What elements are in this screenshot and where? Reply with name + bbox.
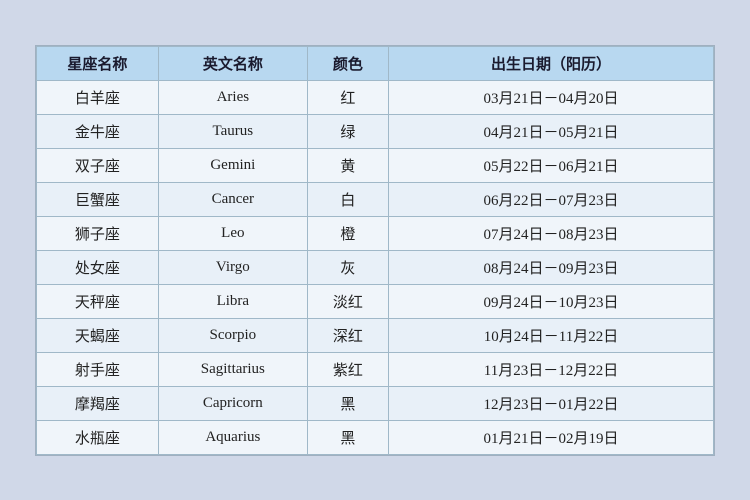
- cell-english: Virgo: [158, 250, 307, 284]
- cell-color: 淡红: [307, 284, 388, 318]
- table-row: 处女座Virgo灰08月24日－09月23日: [37, 250, 714, 284]
- cell-chinese: 处女座: [37, 250, 159, 284]
- table-row: 白羊座Aries红03月21日－04月20日: [37, 80, 714, 114]
- table-row: 天蝎座Scorpio深红10月24日－11月22日: [37, 318, 714, 352]
- cell-date: 07月24日－08月23日: [389, 216, 714, 250]
- cell-chinese: 白羊座: [37, 80, 159, 114]
- cell-chinese: 巨蟹座: [37, 182, 159, 216]
- cell-date: 08月24日－09月23日: [389, 250, 714, 284]
- cell-color: 紫红: [307, 352, 388, 386]
- cell-chinese: 摩羯座: [37, 386, 159, 420]
- header-color: 颜色: [307, 46, 388, 80]
- cell-color: 橙: [307, 216, 388, 250]
- cell-date: 01月21日－02月19日: [389, 420, 714, 454]
- cell-english: Leo: [158, 216, 307, 250]
- cell-date: 04月21日－05月21日: [389, 114, 714, 148]
- cell-english: Taurus: [158, 114, 307, 148]
- table-row: 射手座Sagittarius紫红11月23日－12月22日: [37, 352, 714, 386]
- zodiac-table-container: 星座名称 英文名称 颜色 出生日期（阳历） 白羊座Aries红03月21日－04…: [35, 45, 715, 456]
- cell-english: Libra: [158, 284, 307, 318]
- cell-color: 白: [307, 182, 388, 216]
- cell-date: 09月24日－10月23日: [389, 284, 714, 318]
- table-row: 狮子座Leo橙07月24日－08月23日: [37, 216, 714, 250]
- cell-chinese: 双子座: [37, 148, 159, 182]
- cell-color: 灰: [307, 250, 388, 284]
- cell-english: Aquarius: [158, 420, 307, 454]
- table-row: 双子座Gemini黄05月22日－06月21日: [37, 148, 714, 182]
- table-row: 水瓶座Aquarius黑01月21日－02月19日: [37, 420, 714, 454]
- cell-date: 10月24日－11月22日: [389, 318, 714, 352]
- cell-color: 绿: [307, 114, 388, 148]
- cell-date: 11月23日－12月22日: [389, 352, 714, 386]
- cell-chinese: 天秤座: [37, 284, 159, 318]
- cell-date: 05月22日－06月21日: [389, 148, 714, 182]
- table-header-row: 星座名称 英文名称 颜色 出生日期（阳历）: [37, 46, 714, 80]
- cell-english: Aries: [158, 80, 307, 114]
- table-row: 天秤座Libra淡红09月24日－10月23日: [37, 284, 714, 318]
- cell-chinese: 天蝎座: [37, 318, 159, 352]
- cell-english: Scorpio: [158, 318, 307, 352]
- cell-english: Sagittarius: [158, 352, 307, 386]
- cell-chinese: 射手座: [37, 352, 159, 386]
- cell-color: 黄: [307, 148, 388, 182]
- cell-chinese: 狮子座: [37, 216, 159, 250]
- zodiac-table: 星座名称 英文名称 颜色 出生日期（阳历） 白羊座Aries红03月21日－04…: [36, 46, 714, 455]
- cell-date: 06月22日－07月23日: [389, 182, 714, 216]
- header-birth-date: 出生日期（阳历）: [389, 46, 714, 80]
- cell-chinese: 金牛座: [37, 114, 159, 148]
- cell-chinese: 水瓶座: [37, 420, 159, 454]
- header-english-name: 英文名称: [158, 46, 307, 80]
- cell-date: 12月23日－01月22日: [389, 386, 714, 420]
- cell-date: 03月21日－04月20日: [389, 80, 714, 114]
- cell-english: Cancer: [158, 182, 307, 216]
- cell-color: 黑: [307, 386, 388, 420]
- cell-color: 红: [307, 80, 388, 114]
- table-row: 巨蟹座Cancer白06月22日－07月23日: [37, 182, 714, 216]
- table-row: 金牛座Taurus绿04月21日－05月21日: [37, 114, 714, 148]
- cell-english: Capricorn: [158, 386, 307, 420]
- cell-english: Gemini: [158, 148, 307, 182]
- header-chinese-name: 星座名称: [37, 46, 159, 80]
- table-row: 摩羯座Capricorn黑12月23日－01月22日: [37, 386, 714, 420]
- cell-color: 黑: [307, 420, 388, 454]
- cell-color: 深红: [307, 318, 388, 352]
